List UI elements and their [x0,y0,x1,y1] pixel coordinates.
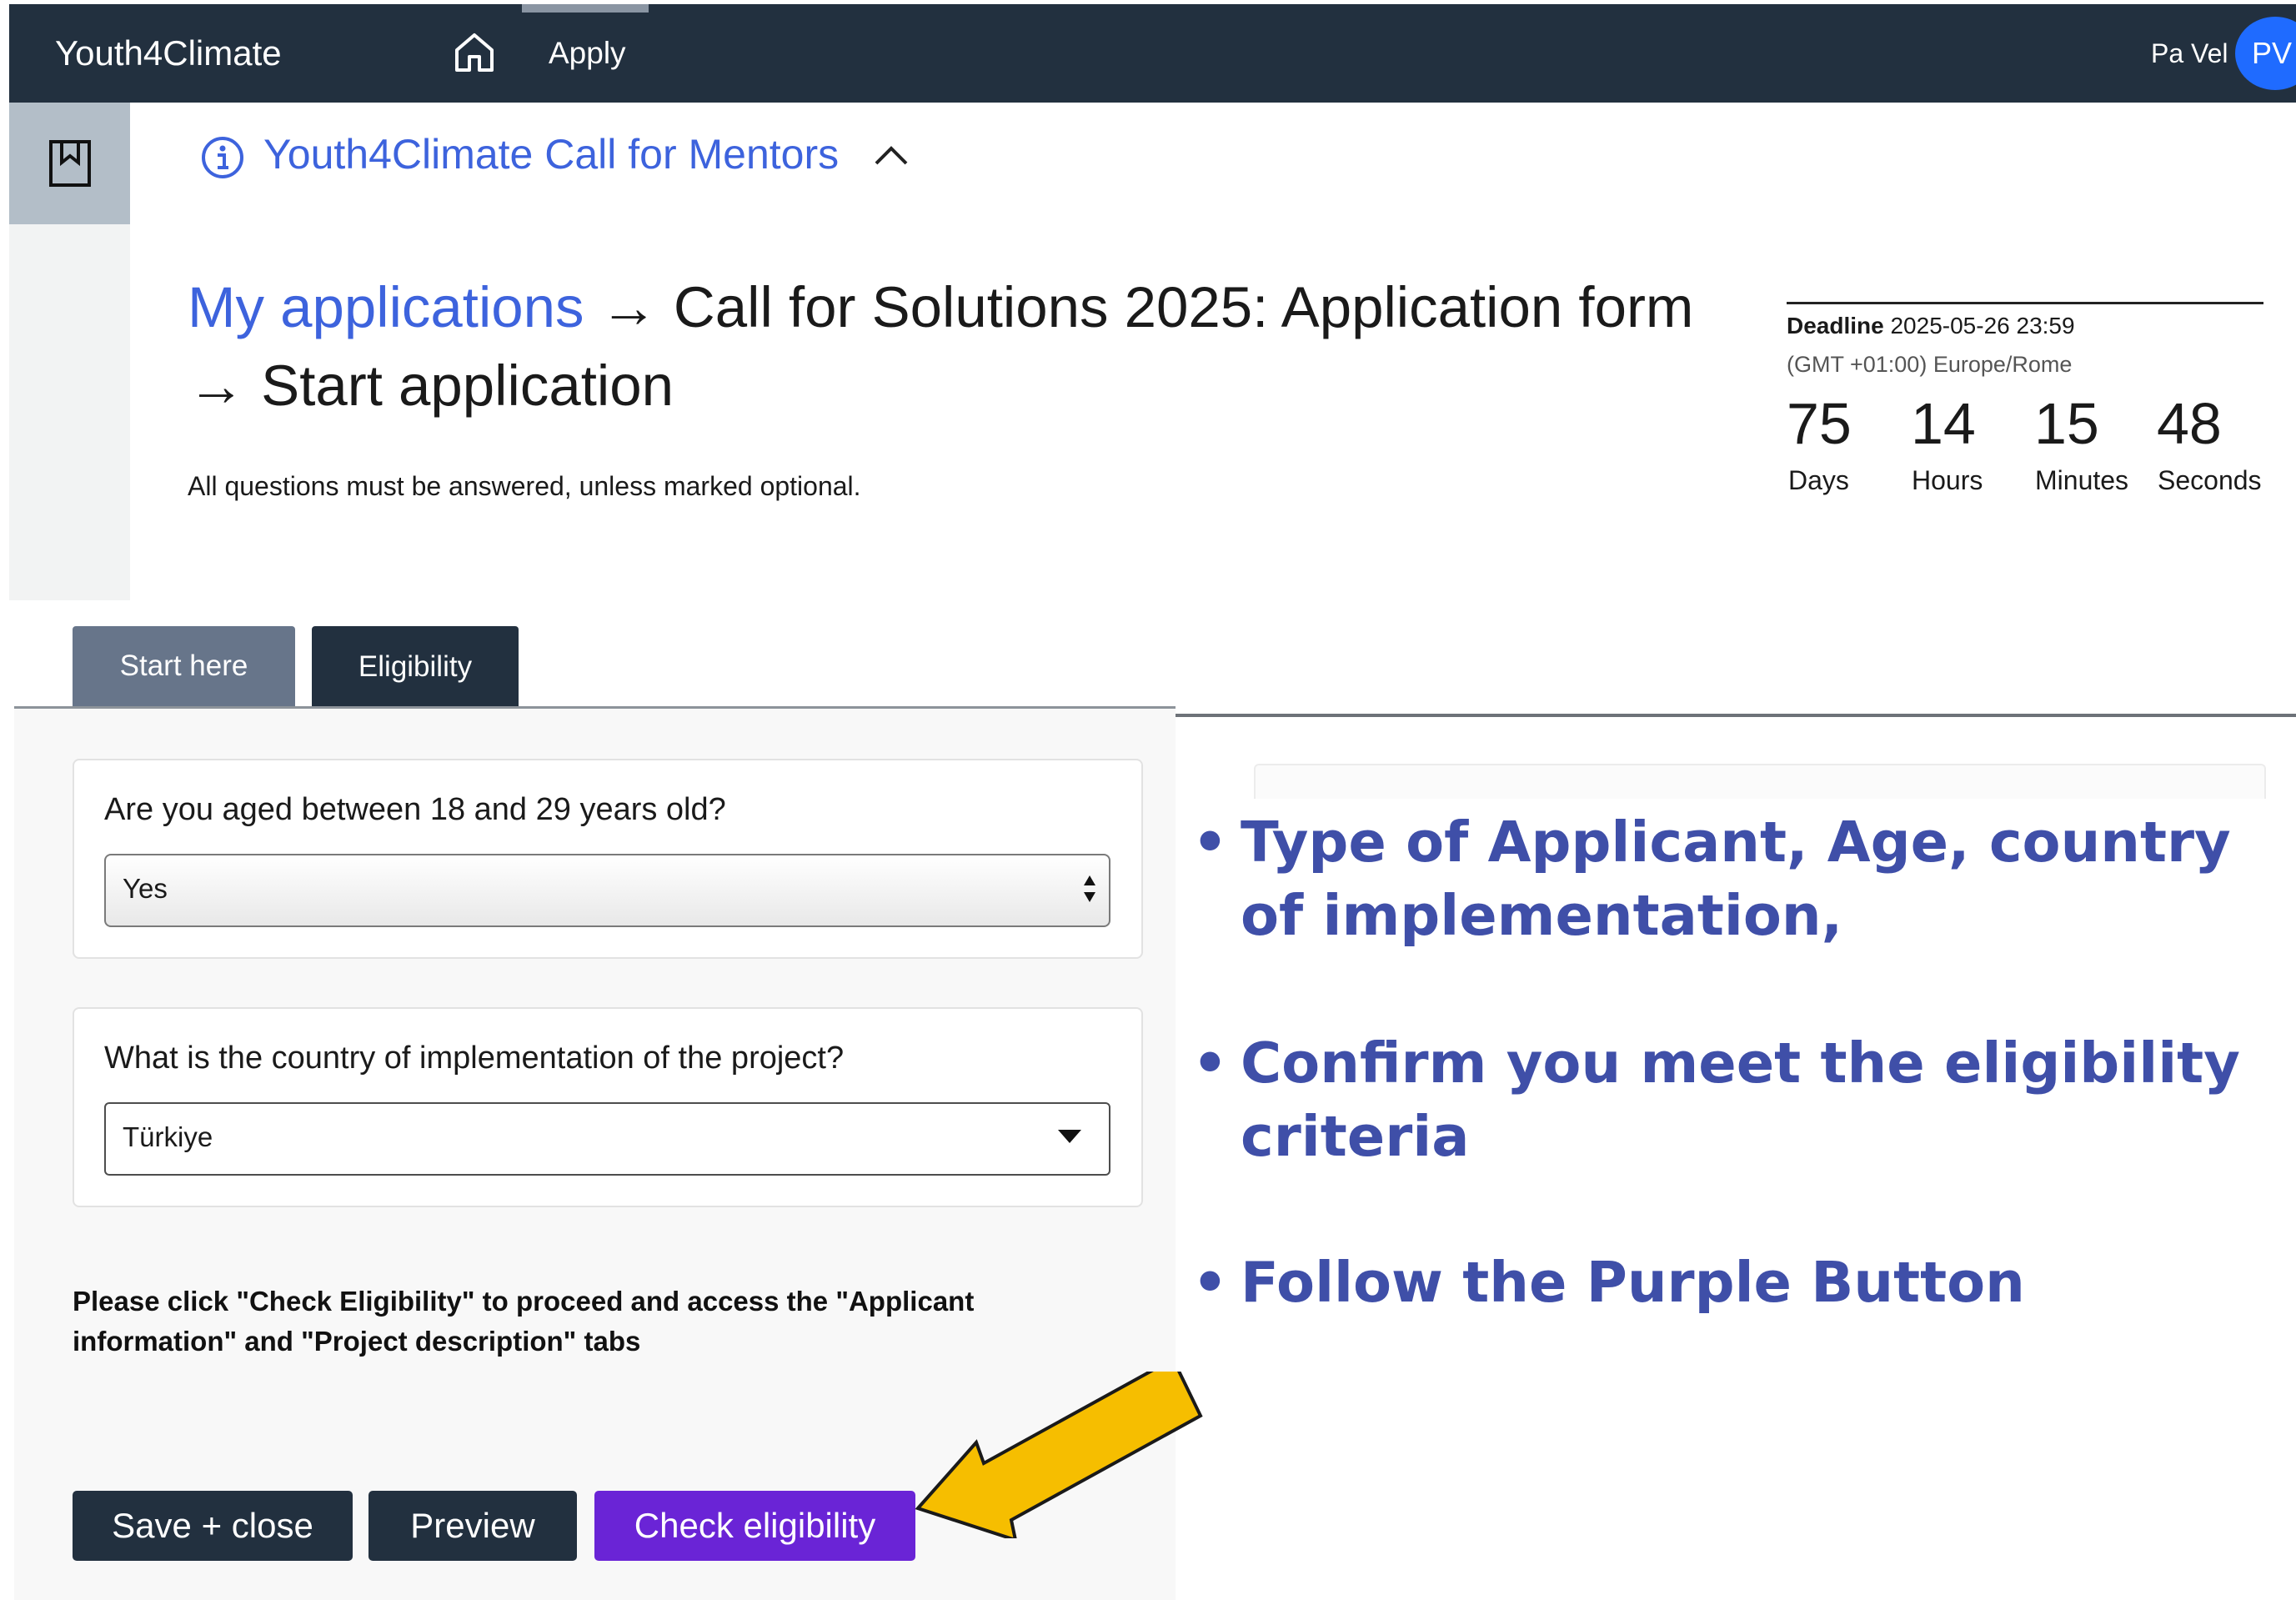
caret-down-icon[interactable] [1057,1129,1082,1144]
annotation-text: Follow the Purple Button [1241,1250,2025,1315]
countdown-seconds-label: Seconds [2158,465,2262,495]
annotation-bullet: • Follow the Purple Button [1192,1246,2276,1319]
age-select[interactable] [104,854,1110,927]
countdown-minutes-label: Minutes [2035,465,2129,495]
deadline-datetime: Deadline 2025-05-26 23:59 [1787,313,2075,339]
check-eligibility-button[interactable]: Check eligibility [594,1491,915,1561]
tab-start-here[interactable]: Start here [73,626,295,706]
breadcrumb-my-applications-link[interactable]: My applications [188,275,584,339]
countdown-seconds: 48 [2157,391,2222,456]
deadline-divider [1787,302,2263,304]
info-icon [202,137,243,178]
deadline-label: Deadline [1787,313,1884,339]
preview-button[interactable]: Preview [368,1491,577,1561]
annotation-text: Type of Applicant, Age, country of imple… [1241,810,2231,948]
breadcrumb-separator: → [188,354,245,418]
nav-apply-link[interactable]: Apply [549,4,626,103]
form-instruction: All questions must be answered, unless m… [188,471,861,501]
annotation-arrow-icon [915,1372,1203,1538]
deadline-value: 2025-05-26 23:59 [1890,313,2075,339]
question-label-country: What is the country of implementation of… [104,1041,845,1076]
save-close-button[interactable]: Save + close [73,1491,353,1561]
tab-eligibility[interactable]: Eligibility [312,626,519,706]
breadcrumb-form-name: Call for Solutions 2025: Application for… [673,275,1694,339]
brand-logo-text[interactable]: Youth4Climate [55,4,282,103]
call-title-toggle[interactable]: Youth4Climate Call for Mentors [263,125,839,183]
annotation-bullet: • Confirm you meet the eligibility crite… [1192,1026,2276,1173]
tabs-divider [14,706,1176,709]
annotation-bullet: • Type of Applicant, Age, country of imp… [1192,805,2276,952]
bullet-dot: • [1192,1250,1228,1315]
age-select-value[interactable]: Yes [123,854,168,924]
user-name[interactable]: Pa Vel [2151,4,2228,103]
countdown-hours-label: Hours [1912,465,1983,495]
deadline-timezone: (GMT +01:00) Europe/Rome [1787,352,2073,377]
select-arrows-icon[interactable] [1082,874,1097,904]
country-select[interactable] [104,1102,1110,1176]
country-select-value[interactable]: Türkiye [123,1102,213,1172]
page-title: My applications → Call for Solutions 202… [188,268,1713,425]
countdown-days: 75 [1787,391,1852,456]
home-icon[interactable] [453,32,496,73]
question-label-age: Are you aged between 18 and 29 years old… [104,792,726,827]
tabs-divider [1176,714,2296,717]
bookmark-icon[interactable] [48,139,92,188]
chevron-up-icon[interactable] [872,142,910,168]
eligibility-notice: Please click "Check Eligibility" to proc… [73,1286,975,1357]
countdown-hours: 14 [1911,391,1976,456]
bullet-dot: • [1192,1031,1228,1096]
countdown-days-label: Days [1788,465,1849,495]
annotation-text: Confirm you meet the eligibility criteri… [1241,1031,2240,1169]
right-side-panel [1254,764,2266,799]
bullet-dot: • [1192,810,1228,875]
breadcrumb-separator: → [599,275,658,339]
breadcrumb-current: Start application [261,354,674,418]
countdown-minutes: 15 [2034,391,2099,456]
top-navigation-bar [9,4,2296,103]
